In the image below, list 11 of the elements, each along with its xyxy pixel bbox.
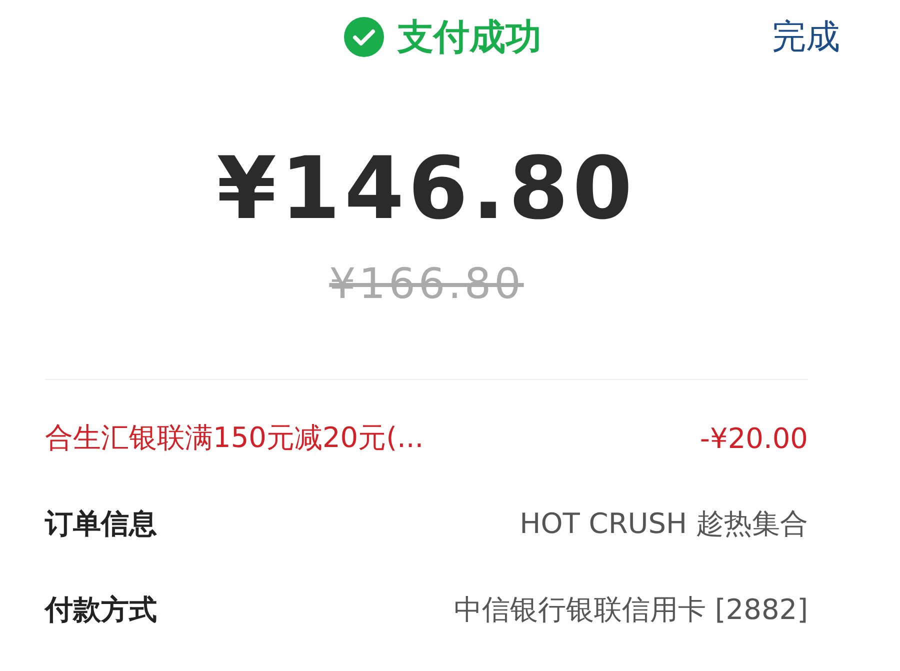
original-amount: ¥166.80 (329, 258, 524, 310)
detail-value: 中信银行银联信用卡 [2882] (454, 592, 808, 628)
detail-label: 订单信息 (45, 506, 157, 542)
discount-label: 合生汇银联满150元减20元(... (45, 420, 424, 456)
done-button[interactable]: 完成 (772, 14, 840, 60)
paid-amount: ¥146.80 (216, 138, 636, 241)
detail-label: 付款方式 (45, 592, 157, 628)
status-title: 支付成功 (398, 16, 542, 60)
check-circle-icon (344, 17, 384, 57)
detail-value: HOT CRUSH 趁热集合 (520, 506, 808, 542)
discount-value: -¥20.00 (700, 422, 808, 454)
